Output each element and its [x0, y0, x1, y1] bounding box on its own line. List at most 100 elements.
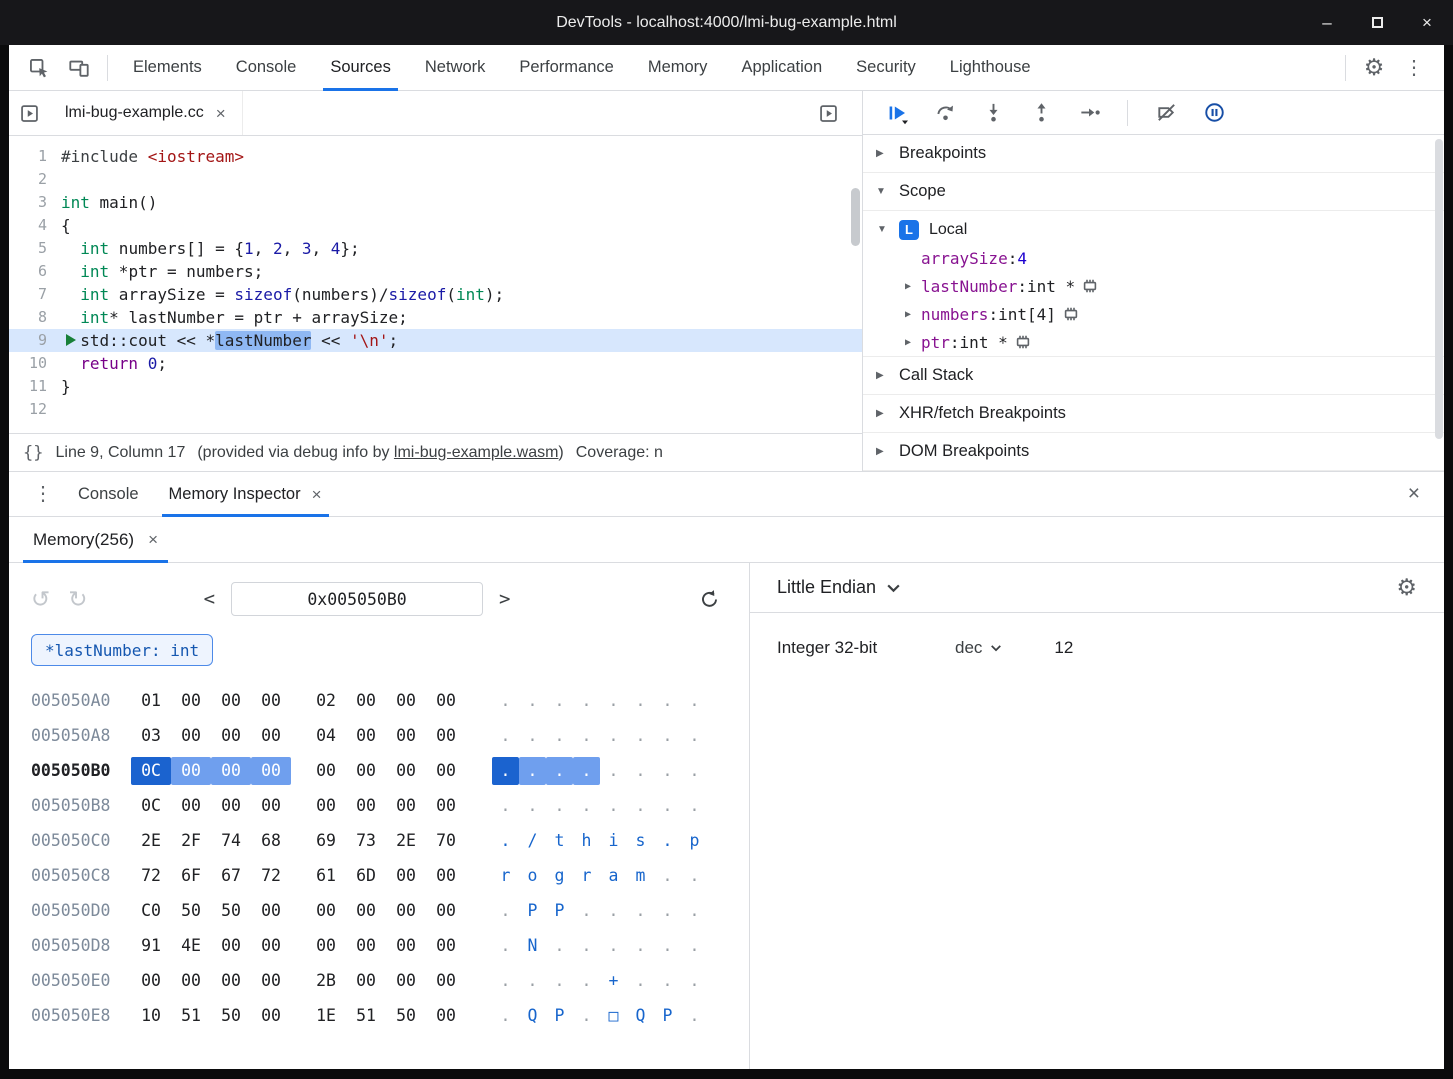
ascii-char[interactable]: .	[546, 967, 573, 995]
section-call-stack[interactable]: ▶ Call Stack	[863, 357, 1444, 395]
previous-page-icon[interactable]: <	[204, 588, 215, 610]
drawer-tab-console[interactable]: Console	[63, 472, 154, 517]
interpreter-settings-icon[interactable]: ⚙	[1396, 576, 1417, 599]
memory-tab[interactable]: Memory(256) ×	[19, 517, 172, 563]
ascii-char[interactable]: .	[492, 792, 519, 820]
memory-byte[interactable]: 6D	[346, 862, 386, 890]
memory-byte[interactable]: 67	[211, 862, 251, 890]
step-button[interactable]	[1071, 97, 1107, 129]
memory-byte[interactable]: 00	[346, 932, 386, 960]
ascii-char[interactable]: .	[654, 967, 681, 995]
resume-button[interactable]	[879, 97, 915, 129]
quick-source-button[interactable]	[808, 93, 848, 133]
section-dom-breakpoints[interactable]: ▶ DOM Breakpoints	[863, 433, 1444, 471]
ascii-char[interactable]: .	[492, 1002, 519, 1030]
memory-byte[interactable]: 00	[251, 757, 291, 785]
ascii-char[interactable]: Q	[519, 1002, 546, 1030]
memory-byte[interactable]: 91	[131, 932, 171, 960]
tab-memory[interactable]: Memory	[631, 45, 725, 91]
ascii-char[interactable]: a	[600, 862, 627, 890]
ascii-char[interactable]: .	[654, 722, 681, 750]
memory-byte[interactable]: 00	[426, 932, 466, 960]
ascii-char[interactable]: .	[654, 687, 681, 715]
ascii-char[interactable]: .	[573, 897, 600, 925]
ascii-char[interactable]: p	[681, 827, 708, 855]
memory-byte[interactable]: 00	[426, 687, 466, 715]
line-number[interactable]: 6	[9, 260, 61, 283]
ascii-char[interactable]: .	[546, 687, 573, 715]
line-number[interactable]: 1	[9, 145, 61, 168]
memory-byte[interactable]: 00	[426, 1002, 466, 1030]
memory-byte[interactable]: 00	[346, 687, 386, 715]
close-memory-tab-icon[interactable]: ×	[148, 531, 158, 548]
address-input[interactable]	[231, 582, 483, 616]
maximize-button[interactable]	[1367, 13, 1387, 33]
memory-byte[interactable]: 00	[346, 792, 386, 820]
memory-byte[interactable]: 00	[386, 897, 426, 925]
minimize-button[interactable]: –	[1317, 13, 1337, 33]
ascii-char[interactable]: .	[573, 792, 600, 820]
memory-byte[interactable]: 61	[306, 862, 346, 890]
scope-variable[interactable]: ▶lastNumber: int *	[863, 272, 1444, 300]
scope-local-row[interactable]: ▼ L Local	[863, 215, 1444, 244]
memory-byte[interactable]: 50	[171, 897, 211, 925]
ascii-char[interactable]: .	[681, 687, 708, 715]
ascii-char[interactable]: .	[573, 967, 600, 995]
scrollbar-thumb[interactable]	[1435, 139, 1443, 439]
ascii-char[interactable]: .	[492, 967, 519, 995]
scope-variable[interactable]: arraySize: 4	[863, 244, 1444, 272]
memory-byte[interactable]: 50	[211, 897, 251, 925]
endianness-select[interactable]: Little Endian	[777, 577, 876, 598]
ascii-char[interactable]: .	[654, 757, 681, 785]
memory-byte[interactable]: 00	[386, 792, 426, 820]
line-number[interactable]: 3	[9, 191, 61, 214]
line-number[interactable]: 8	[9, 306, 61, 329]
ascii-char[interactable]: .	[654, 897, 681, 925]
memory-inspector-icon[interactable]	[1082, 278, 1098, 294]
memory-byte[interactable]: C0	[131, 897, 171, 925]
ascii-char[interactable]: m	[627, 862, 654, 890]
memory-byte[interactable]: 00	[346, 757, 386, 785]
memory-byte[interactable]: 00	[171, 687, 211, 715]
inspect-element-button[interactable]	[19, 48, 59, 88]
line-number[interactable]: 11	[9, 375, 61, 398]
line-number[interactable]: 9	[9, 329, 61, 352]
ascii-char[interactable]: .	[600, 757, 627, 785]
code-editor[interactable]: 1#include <iostream>23int main()4{5 int …	[9, 136, 862, 433]
step-out-button[interactable]	[1023, 97, 1059, 129]
memory-byte[interactable]: 2F	[171, 827, 211, 855]
ascii-char[interactable]: .	[573, 757, 600, 785]
section-breakpoints[interactable]: ▶ Breakpoints	[863, 135, 1444, 173]
memory-byte[interactable]: 72	[131, 862, 171, 890]
memory-byte[interactable]: 00	[251, 897, 291, 925]
ascii-char[interactable]: .	[519, 967, 546, 995]
memory-inspector-icon[interactable]	[1063, 306, 1079, 322]
ascii-char[interactable]: .	[492, 687, 519, 715]
line-number[interactable]: 12	[9, 398, 61, 421]
ascii-char[interactable]: .	[681, 757, 708, 785]
memory-byte[interactable]: 00	[251, 722, 291, 750]
memory-byte[interactable]: 00	[211, 687, 251, 715]
memory-byte[interactable]: 00	[131, 967, 171, 995]
memory-byte[interactable]: 00	[426, 792, 466, 820]
memory-byte[interactable]: 00	[306, 757, 346, 785]
tab-elements[interactable]: Elements	[116, 45, 219, 91]
highlighted-memory-chip[interactable]: *lastNumber: int	[31, 634, 213, 666]
memory-byte[interactable]: 74	[211, 827, 251, 855]
ascii-char[interactable]: t	[546, 827, 573, 855]
ascii-char[interactable]: .	[681, 1002, 708, 1030]
tab-network[interactable]: Network	[408, 45, 503, 91]
ascii-char[interactable]: i	[600, 827, 627, 855]
memory-byte[interactable]: 00	[306, 792, 346, 820]
ascii-char[interactable]: .	[492, 897, 519, 925]
ascii-char[interactable]: □	[600, 1002, 627, 1030]
memory-byte[interactable]: 00	[386, 757, 426, 785]
ascii-char[interactable]: .	[492, 932, 519, 960]
memory-byte[interactable]: 72	[251, 862, 291, 890]
ascii-char[interactable]: .	[600, 722, 627, 750]
memory-byte[interactable]: 00	[171, 792, 211, 820]
ascii-char[interactable]: .	[519, 722, 546, 750]
refresh-button[interactable]	[698, 588, 721, 611]
ascii-char[interactable]: .	[546, 722, 573, 750]
memory-byte[interactable]: 00	[211, 722, 251, 750]
